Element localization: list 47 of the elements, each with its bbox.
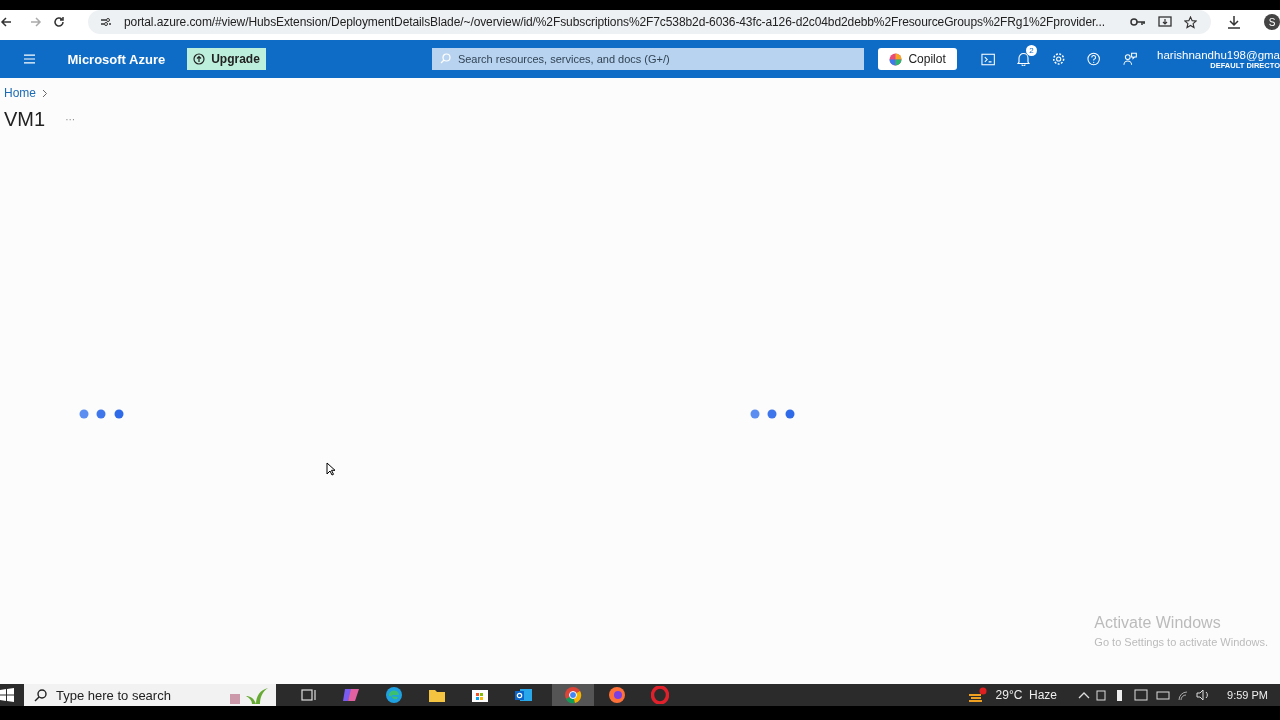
clock-time[interactable]: 9:59 PM — [1227, 689, 1268, 701]
more-button[interactable]: ··· — [65, 114, 76, 125]
weather-icon — [967, 687, 988, 703]
copilot-icon — [889, 52, 903, 66]
breadcrumb-link[interactable]: Home — [4, 86, 36, 100]
settings-icon[interactable] — [1052, 52, 1066, 66]
account-email: harishnandhu198@gma — [1157, 48, 1280, 61]
reload-icon[interactable] — [53, 16, 65, 28]
taskbar-search-field[interactable]: Type here to search — [24, 684, 276, 706]
weather-text[interactable]: 29°C Haze — [995, 688, 1058, 702]
bell-icon[interactable] — [1017, 52, 1031, 66]
url-text: portal.azure.com/#view/HubsExtension/DeploymentDetailsBlade/~/overview/id/%2Fsubscriptions%2F7c538b2d-6036-43fc-a126-d2c04bd2debb%2FresourceGroups%2FRg1%2Fprovider... — [124, 15, 1106, 29]
activation-title: Activate Windows — [1094, 614, 1222, 632]
folder-icon[interactable] — [428, 687, 446, 703]
chrome-icon[interactable] — [564, 686, 582, 704]
star-icon[interactable] — [1184, 15, 1197, 29]
help-icon[interactable] — [1087, 52, 1101, 66]
mail-icon[interactable] — [514, 687, 532, 703]
search-field[interactable]: Search resources, services, and docs (G+/) — [431, 48, 865, 70]
install-icon[interactable] — [1158, 16, 1172, 28]
store-icon[interactable] — [471, 687, 489, 703]
site-settings-icon[interactable] — [100, 17, 112, 27]
profile-avatar[interactable]: S — [1264, 14, 1280, 30]
address-bar[interactable]: portal.azure.com/#view/HubsExtension/DeploymentDetailsBlade/~/overview/id/%2Fsubscriptions%2F7c538b2d-6036-43fc-a126-d2c04bd2debb%2FresourceGroups%2FRg1%2Fprovider... — [88, 10, 1211, 34]
edge-icon[interactable] — [385, 686, 403, 704]
search-icon — [34, 689, 47, 702]
task-view-icon[interactable] — [301, 688, 317, 702]
notification-count: 2 — [1026, 45, 1038, 56]
firefox-icon[interactable] — [608, 686, 626, 704]
copilot-button[interactable]: Copilot — [878, 48, 957, 70]
activation-message: Go to Settings to activate Windows. — [1094, 636, 1268, 648]
search-icon — [439, 53, 451, 64]
mouse-cursor — [326, 462, 336, 476]
opera-icon[interactable] — [651, 686, 669, 704]
key-icon[interactable] — [1130, 17, 1146, 27]
menu-icon[interactable] — [24, 54, 36, 64]
back-icon[interactable] — [0, 16, 12, 28]
terminal-icon[interactable] — [980, 52, 996, 66]
download-icon[interactable] — [1227, 15, 1241, 29]
loading-indicator — [750, 409, 796, 419]
windows-logo-icon[interactable] — [0, 688, 14, 702]
feedback-icon[interactable] — [1122, 52, 1138, 66]
loading-indicator — [79, 409, 125, 419]
page-title: VM1 — [4, 108, 46, 131]
brand-name[interactable]: Microsoft Azure — [67, 51, 166, 67]
chevron-icon — [42, 88, 48, 98]
upgrade-button[interactable]: Upgrade — [187, 48, 266, 70]
